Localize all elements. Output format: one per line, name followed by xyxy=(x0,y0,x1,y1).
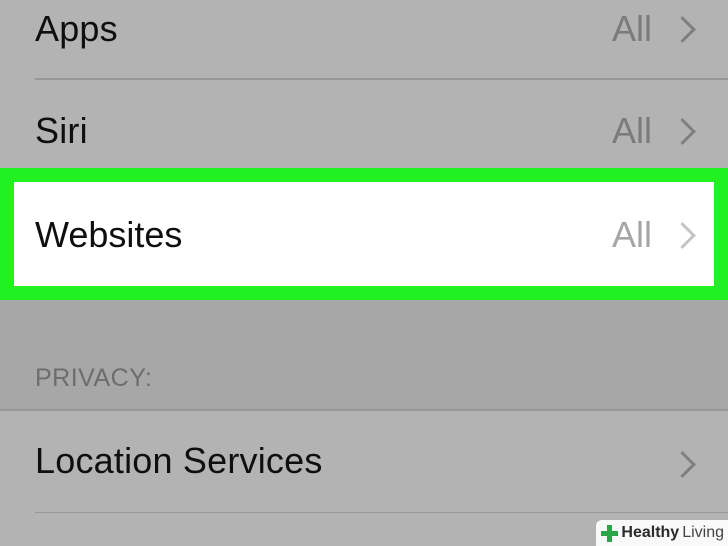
watermark-light: Living xyxy=(682,524,724,541)
watermark: Healthy Living xyxy=(596,520,728,546)
row-websites-label: Websites xyxy=(35,214,183,255)
row-apps-value: All xyxy=(611,8,652,49)
row-websites[interactable]: Websites All xyxy=(14,182,714,286)
row-siri-label: Siri xyxy=(35,110,88,151)
row-siri-value: All xyxy=(611,110,652,151)
chevron-right-icon xyxy=(669,222,696,249)
chevron-right-icon xyxy=(669,16,696,43)
row-siri[interactable]: Siri All xyxy=(0,80,728,168)
row-apps[interactable]: Apps All xyxy=(0,0,728,80)
row-location-services-label: Location Services xyxy=(35,440,323,481)
section-header-privacy: PRIVACY: xyxy=(35,364,153,392)
highlight-frame: Websites All xyxy=(0,168,728,300)
settings-screen: Apps All Siri All Websites All PRIVACY: … xyxy=(0,0,728,546)
row-websites-value: All xyxy=(611,214,652,255)
row-apps-label: Apps xyxy=(35,8,118,49)
row-location-services[interactable]: Location Services xyxy=(0,411,728,513)
watermark-strong: Healthy xyxy=(621,524,680,541)
chevron-right-icon xyxy=(669,118,696,145)
plus-icon xyxy=(600,524,619,542)
chevron-right-icon xyxy=(669,451,696,478)
